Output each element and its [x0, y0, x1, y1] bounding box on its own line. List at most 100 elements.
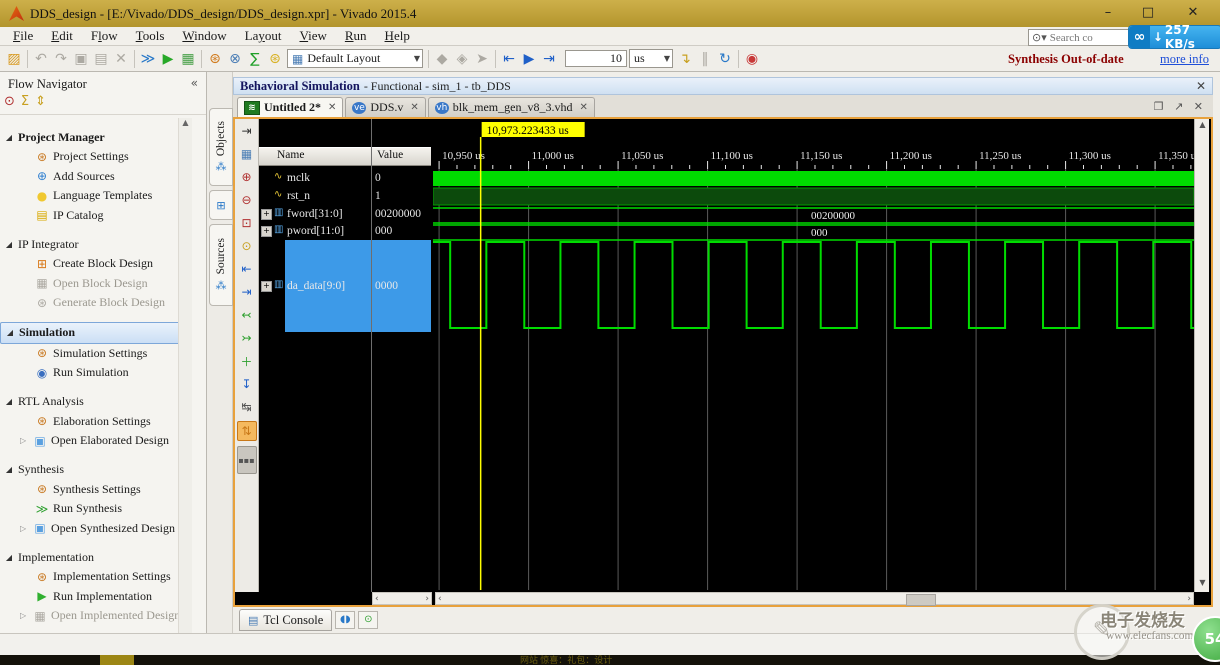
- tab-dds-v[interactable]: ve DDS.v ✕: [345, 97, 425, 117]
- sidebar-section-simulation[interactable]: ◢Simulation: [0, 322, 184, 344]
- download-speed-badge[interactable]: ∞ ↓ 257 KB/s: [1128, 25, 1220, 49]
- add-marker-icon[interactable]: ＋: [238, 352, 256, 370]
- simulation-time-input[interactable]: 10: [565, 50, 627, 67]
- expand-signal-icon[interactable]: +: [261, 209, 272, 220]
- open-project-icon[interactable]: ▨: [4, 49, 24, 69]
- simulation-panel-header[interactable]: Behavioral Simulation - Functional - sim…: [233, 77, 1213, 95]
- sidebar-section-project-manager[interactable]: ◢Project Manager: [0, 127, 188, 147]
- sidebar-item-ip-catalog[interactable]: ▤IP Catalog: [0, 206, 188, 226]
- zoom-out-icon[interactable]: ⊖: [238, 191, 256, 209]
- maximize-button[interactable]: □: [1135, 3, 1161, 23]
- tools-icon[interactable]: ⊗: [225, 49, 245, 69]
- sidebar-section-ip-integrator[interactable]: ◢IP Integrator: [0, 234, 188, 254]
- external-window-icon[interactable]: ↗: [1174, 100, 1183, 113]
- collapse-triangle-icon[interactable]: ◢: [1, 328, 19, 337]
- tab-blk-mem-gen[interactable]: vh blk_mem_gen_v8_3.vhd ✕: [428, 97, 595, 117]
- column-header-row[interactable]: Name Value: [259, 147, 431, 166]
- layout-select[interactable]: ▦Default Layout▼: [287, 49, 423, 68]
- signal-row-pword[interactable]: +▥pword[11:0]000: [259, 222, 431, 239]
- expand-signal-icon[interactable]: +: [261, 226, 272, 237]
- undo-wave-icon[interactable]: ↢: [238, 306, 256, 324]
- collapse-sidebar-button[interactable]: «: [191, 76, 198, 90]
- sidebar-item-project-settings[interactable]: ⊛Project Settings: [0, 147, 188, 167]
- expand-signal-icon[interactable]: +: [261, 281, 272, 292]
- sidebar-item-open-synthesized-design[interactable]: ▷▣Open Synthesized Design: [0, 519, 188, 539]
- sidebar-item-simulation-settings[interactable]: ⊛Simulation Settings: [0, 344, 188, 364]
- run-all-icon[interactable]: ▶: [519, 49, 539, 69]
- tab-scope[interactable]: ⊞: [209, 190, 233, 220]
- menu-run[interactable]: Run: [336, 28, 376, 44]
- tab-objects[interactable]: Objects ⁂: [209, 108, 233, 186]
- sidebar-item-elaboration-settings[interactable]: ⊛Elaboration Settings: [0, 412, 188, 432]
- close-tab-icon[interactable]: ✕: [410, 102, 418, 113]
- close-button[interactable]: ✕: [1180, 3, 1206, 23]
- swap-cursor-icon[interactable]: ⇅: [237, 421, 257, 441]
- collapse-triangle-icon[interactable]: ◢: [0, 397, 18, 406]
- run-flow-icon[interactable]: ≫: [138, 49, 158, 69]
- collapse-triangle-icon[interactable]: ◢: [0, 133, 18, 142]
- sidebar-item-implementation-settings[interactable]: ⊛Implementation Settings: [0, 567, 188, 587]
- close-window-icon[interactable]: ✕: [1194, 100, 1203, 113]
- sidebar-item-language-templates[interactable]: ●Language Templates: [0, 186, 188, 206]
- wave-hscrollbar[interactable]: ‹›: [435, 592, 1194, 605]
- expand-arrow-icon[interactable]: ▷: [20, 436, 32, 445]
- sidebar-section-rtl-analysis[interactable]: ◢RTL Analysis: [0, 392, 188, 412]
- zoom-in-icon[interactable]: ⊕: [238, 168, 256, 186]
- step-icon[interactable]: ↴: [675, 49, 695, 69]
- zoom-to-cursor-icon[interactable]: ⊙: [238, 237, 256, 255]
- sidebar-item-open-elaborated-design[interactable]: ▷▣Open Elaborated Design: [0, 431, 188, 451]
- sidebar-section-synthesis[interactable]: ◢Synthesis: [0, 460, 188, 480]
- menu-flow[interactable]: Flow: [82, 28, 127, 44]
- find-in-console-icon[interactable]: ⊙: [358, 611, 378, 629]
- close-tab-icon[interactable]: ✕: [579, 102, 587, 113]
- currency-bubble-icon[interactable]: ◉: [742, 49, 762, 69]
- redo-wave-icon[interactable]: ↣: [238, 329, 256, 347]
- goto-time-icon[interactable]: ⇥: [238, 122, 256, 140]
- collapse-all-icon[interactable]: ⇕: [35, 94, 46, 109]
- reports-sigma-icon[interactable]: ∑: [245, 49, 265, 69]
- close-panel-icon[interactable]: ✕: [1196, 79, 1206, 93]
- run-for-time-icon[interactable]: ⇥: [539, 49, 559, 69]
- signal-row-da_data[interactable]: +▥da_data[9:0]0000: [259, 240, 431, 332]
- measure-icon[interactable]: ↹: [238, 398, 256, 416]
- expand-arrow-icon[interactable]: ▷: [20, 611, 32, 620]
- sidebar-section-implementation[interactable]: ◢Implementation: [0, 547, 188, 567]
- previous-transition-icon[interactable]: ⇤: [238, 260, 256, 278]
- scroll-up-icon[interactable]: ▲: [180, 118, 191, 130]
- menu-file[interactable]: File: [4, 28, 42, 44]
- save-waveform-icon[interactable]: ▦: [238, 145, 256, 163]
- close-tab-icon[interactable]: ✕: [328, 102, 336, 113]
- collapse-triangle-icon[interactable]: ◢: [0, 240, 18, 249]
- scroll-up-icon[interactable]: ▲: [1196, 120, 1209, 133]
- project-settings-icon[interactable]: ⊛: [205, 49, 225, 69]
- sidebar-item-run-synthesis[interactable]: ≫Run Synthesis: [0, 499, 188, 519]
- sidebar-item-create-block-design[interactable]: ⊞Create Block Design: [0, 254, 188, 274]
- minimize-button[interactable]: –: [1095, 3, 1121, 23]
- time-unit-select[interactable]: us▼: [629, 49, 673, 68]
- run-icon[interactable]: ▶: [158, 49, 178, 69]
- collapse-triangle-icon[interactable]: ◢: [0, 553, 18, 562]
- dashboard-gear-icon[interactable]: ⊛: [265, 49, 285, 69]
- collapse-triangle-icon[interactable]: ◢: [0, 465, 18, 474]
- expand-all-icon[interactable]: Σ: [21, 94, 29, 109]
- title-bar[interactable]: DDS_design - [E:/Vivado/DDS_design/DDS_d…: [0, 0, 1220, 28]
- more-info-link[interactable]: more info: [1160, 52, 1209, 67]
- tab-tcl-console[interactable]: ▤ Tcl Console: [239, 609, 332, 631]
- restart-sim-icon[interactable]: ⇤: [499, 49, 519, 69]
- search-flow-icon[interactable]: ⊙: [4, 94, 15, 109]
- sidebar-item-run-simulation[interactable]: ◉Run Simulation: [0, 363, 188, 383]
- tab-untitled-2[interactable]: ≋ Untitled 2* ✕: [237, 97, 343, 117]
- next-transition-icon[interactable]: ⇥: [238, 283, 256, 301]
- waveform-canvas[interactable]: 10,950 us11,000 us11,050 us11,100 us11,1…: [433, 119, 1194, 592]
- scrollbar-thumb[interactable]: [906, 594, 936, 606]
- sidebar-item-run-implementation[interactable]: ▶Run Implementation: [0, 587, 188, 607]
- goto-zero-icon[interactable]: ↧: [238, 375, 256, 393]
- save-run-icon[interactable]: ▦: [178, 49, 198, 69]
- comment-bubble-icon[interactable]: ◖◗: [335, 611, 355, 629]
- more-tools-button[interactable]: ▪▪▪: [237, 446, 257, 474]
- menu-tools[interactable]: Tools: [127, 28, 174, 44]
- sidebar-item-add-sources[interactable]: ⊕Add Sources: [0, 167, 188, 187]
- menu-layout[interactable]: Layout: [236, 28, 291, 44]
- menu-view[interactable]: View: [290, 28, 335, 44]
- name-panel-hscrollbar[interactable]: ‹›: [372, 592, 432, 605]
